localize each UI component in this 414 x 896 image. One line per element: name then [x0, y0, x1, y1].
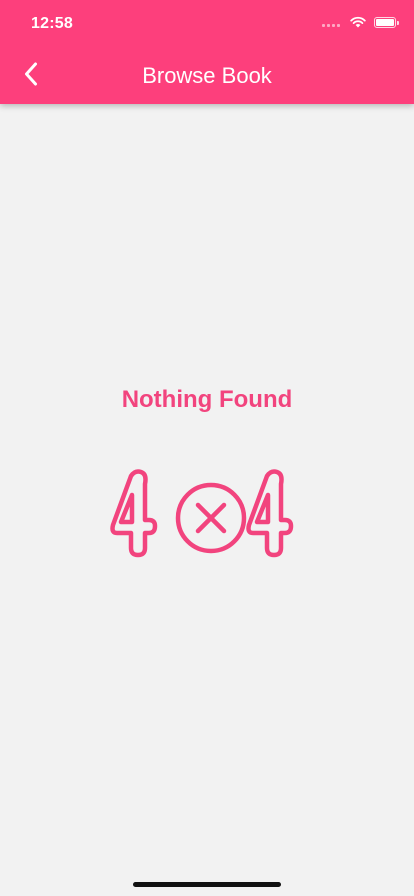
nav-bar: Browse Book	[0, 44, 414, 104]
cellular-signal-icon	[322, 17, 342, 27]
empty-state-title: Nothing Found	[121, 386, 293, 413]
app-header: 12:58 Browse Book	[0, 0, 414, 104]
status-bar: 12:58	[0, 0, 414, 44]
status-icons	[322, 16, 399, 28]
not-found-404-icon	[110, 469, 294, 558]
wifi-icon	[350, 16, 366, 28]
battery-icon	[374, 16, 399, 28]
home-indicator[interactable]	[133, 882, 281, 887]
page-title: Browse Book	[142, 63, 272, 88]
status-time: 12:58	[31, 15, 73, 32]
battery-level	[376, 18, 394, 26]
